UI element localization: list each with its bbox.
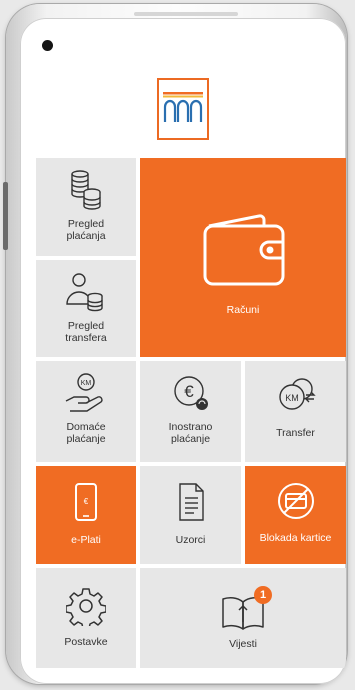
svg-text:KM: KM bbox=[285, 393, 299, 403]
app-screen: Pregled plaćanja Računi Pregled transfer… bbox=[20, 18, 346, 684]
tile-vijesti[interactable]: Vijesti 1 bbox=[140, 568, 346, 668]
side-button bbox=[3, 182, 8, 250]
document-icon bbox=[178, 483, 204, 521]
svg-text:€: € bbox=[184, 382, 194, 401]
person-coins-icon bbox=[66, 273, 103, 312]
bank-logo bbox=[157, 78, 209, 140]
tile-postavke[interactable]: Postavke bbox=[36, 568, 136, 668]
tile-e-plati[interactable]: € e-Plati bbox=[36, 466, 136, 564]
notification-badge: 1 bbox=[254, 586, 272, 604]
tile-label: Postavke bbox=[64, 636, 108, 648]
coins-stack-icon bbox=[71, 170, 101, 210]
tile-pregled-placanja[interactable]: Pregled plaćanja bbox=[36, 158, 136, 256]
tile-uzorci[interactable]: Uzorci bbox=[140, 466, 241, 564]
tile-blokada-kartice[interactable]: Blokada kartice bbox=[245, 466, 346, 564]
km-exchange-icon: KM bbox=[278, 378, 316, 410]
tile-racuni[interactable]: Računi bbox=[140, 158, 346, 357]
tile-transfer[interactable]: KM Transfer bbox=[245, 361, 346, 462]
svg-text:KM: KM bbox=[81, 380, 92, 387]
camera-icon bbox=[42, 40, 53, 51]
tile-label: Transfer bbox=[276, 427, 315, 439]
phone-frame: Pregled plaćanja Računi Pregled transfer… bbox=[3, 4, 347, 684]
euro-coin-icon: € bbox=[173, 376, 208, 410]
blocked-card-icon bbox=[277, 483, 314, 519]
tile-label: Blokada kartice bbox=[259, 532, 332, 544]
tile-label: Računi bbox=[226, 304, 260, 316]
tile-inostrano-placanje[interactable]: € Inostrano plaćanje bbox=[140, 361, 241, 462]
earpiece-speaker bbox=[134, 12, 238, 16]
tile-label: Inostrano plaćanje bbox=[168, 421, 213, 445]
tile-label: Vijesti bbox=[229, 638, 257, 650]
tile-label: Uzorci bbox=[175, 534, 206, 546]
tile-pregled-transfera[interactable]: Pregled transfera bbox=[36, 260, 136, 357]
hand-km-coin-icon: KM bbox=[65, 373, 103, 412]
tile-label: Pregled transfera bbox=[65, 320, 107, 344]
tile-domace-placanje[interactable]: KM Domaće plaćanje bbox=[36, 361, 136, 462]
tile-label: Domaće plaćanje bbox=[66, 421, 106, 445]
tile-label: Pregled plaćanja bbox=[66, 218, 106, 242]
svg-text:€: € bbox=[84, 497, 89, 506]
gear-icon bbox=[66, 588, 106, 626]
phone-icon: € bbox=[75, 483, 97, 521]
tile-label: e-Plati bbox=[71, 534, 101, 546]
wallet-icon bbox=[203, 214, 285, 286]
